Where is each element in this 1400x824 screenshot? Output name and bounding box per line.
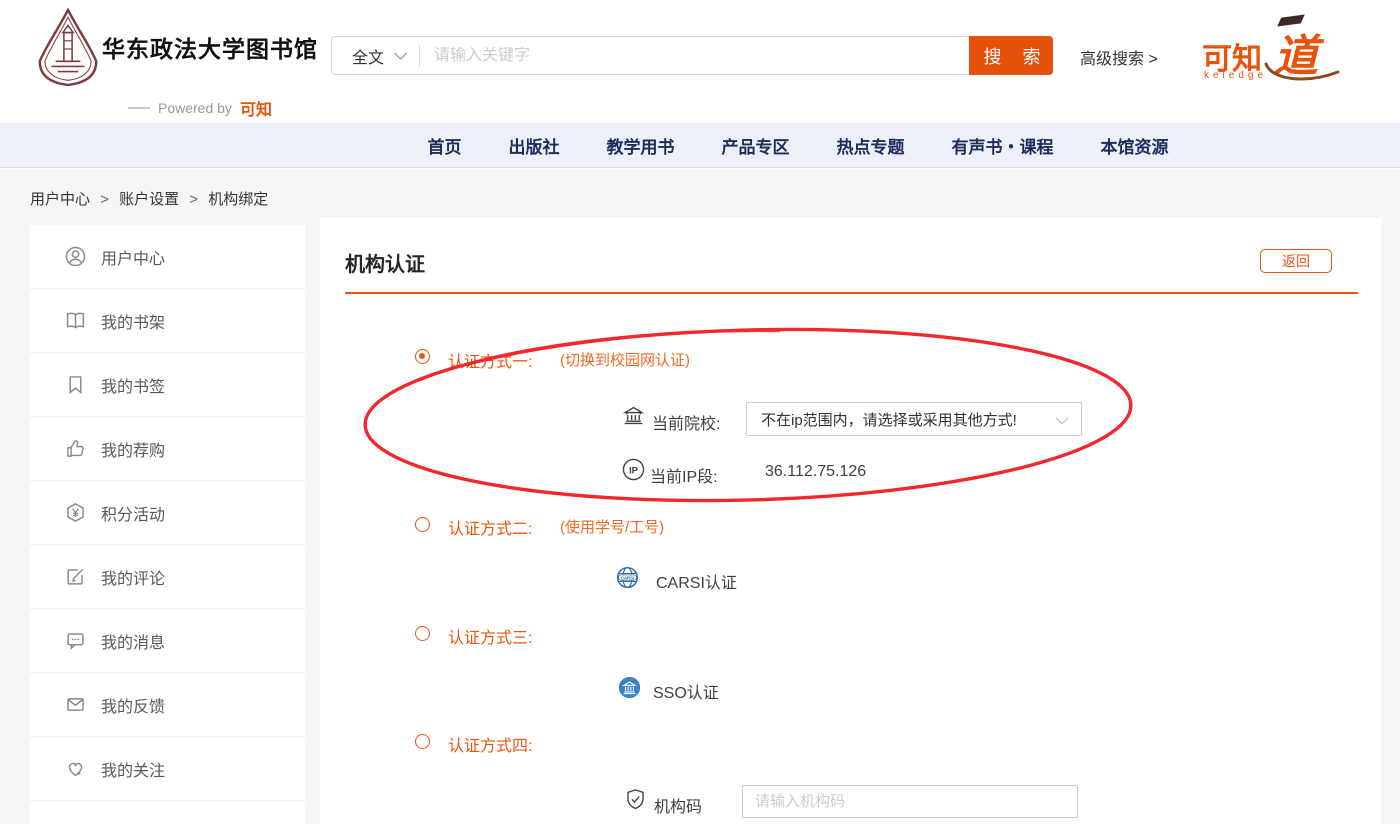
current-ip-value: 36.112.75.126 bbox=[765, 463, 866, 481]
powered-by: Powered by 可知 bbox=[128, 96, 272, 120]
yen-badge-icon bbox=[65, 502, 86, 523]
breadcrumb-separator: > bbox=[189, 191, 198, 208]
search-input[interactable] bbox=[420, 47, 969, 65]
search-scope-value: 全文 bbox=[352, 44, 384, 68]
keledge-logo: 可知 keledge 道 bbox=[1202, 12, 1342, 96]
thumbs-up-icon bbox=[65, 438, 86, 459]
advanced-search-link[interactable]: 高级搜索 > bbox=[1080, 45, 1158, 69]
sso-icon bbox=[618, 676, 641, 699]
university-name: 华东政法大学图书馆 bbox=[102, 30, 318, 64]
org-code-label: 机构码 bbox=[654, 793, 702, 817]
sidebar-item-my-feedback[interactable]: 我的反馈 bbox=[30, 673, 305, 737]
envelope-icon bbox=[65, 694, 86, 715]
heart-plus-icon bbox=[65, 758, 86, 779]
breadcrumb-user-center[interactable]: 用户中心 bbox=[30, 191, 90, 208]
auth-method-2-label[interactable]: 认证方式二: bbox=[448, 515, 532, 539]
current-school-label: 当前院校: bbox=[652, 410, 720, 434]
open-book-icon bbox=[65, 310, 86, 331]
carsi-auth-link[interactable]: CARSI认证 bbox=[656, 569, 737, 593]
sidebar-item-my-comments[interactable]: 我的评论 bbox=[30, 545, 305, 609]
institution-building-icon bbox=[622, 404, 645, 427]
dash-decoration bbox=[128, 107, 150, 109]
nav-item-home[interactable]: 首页 bbox=[428, 133, 462, 158]
keledge-logo-en: keledge bbox=[1204, 70, 1267, 81]
school-select[interactable]: 不在ip范围内，请选择或采用其他方式! bbox=[746, 402, 1082, 436]
chevron-down-icon bbox=[1056, 411, 1069, 424]
svg-text:IP: IP bbox=[629, 464, 638, 475]
auth-method-2-note: (使用学号/工号) bbox=[560, 516, 664, 537]
ip-icon: IP bbox=[622, 458, 645, 481]
sidebar-item-points-activity[interactable]: 积分活动 bbox=[30, 481, 305, 545]
auth-method-4-label[interactable]: 认证方式四: bbox=[448, 732, 532, 756]
shield-check-icon bbox=[624, 788, 647, 811]
page: 华东政法大学图书馆 Powered by 可知 全文 搜 索 高级搜索 > 可知… bbox=[0, 0, 1400, 824]
powered-by-brand: 可知 bbox=[240, 96, 272, 120]
current-ip-label: 当前IP段: bbox=[650, 463, 718, 487]
breadcrumb: 用户中心 > 账户设置 > 机构绑定 bbox=[30, 188, 268, 209]
university-emblem-icon bbox=[36, 8, 100, 88]
user-icon bbox=[65, 246, 86, 267]
radio-auth-method-4[interactable] bbox=[415, 734, 430, 749]
nav-item-publishers[interactable]: 出版社 bbox=[509, 133, 560, 158]
nav-item-product-zone[interactable]: 产品专区 bbox=[722, 133, 790, 158]
breadcrumb-institution-binding[interactable]: 机构绑定 bbox=[208, 191, 268, 208]
back-button[interactable]: 返回 bbox=[1260, 249, 1332, 273]
org-code-input[interactable] bbox=[742, 785, 1078, 818]
auth-method-1-note: (切换到校园网认证) bbox=[560, 349, 690, 370]
sidebar-item-user-center[interactable]: 用户中心 bbox=[30, 225, 305, 289]
nav-item-hot-topics[interactable]: 热点专题 bbox=[837, 133, 905, 158]
chevron-down-icon bbox=[394, 47, 407, 60]
nav-item-library-resources[interactable]: 本馆资源 bbox=[1101, 133, 1169, 158]
search-button[interactable]: 搜 索 bbox=[969, 36, 1053, 75]
radio-auth-method-2[interactable] bbox=[415, 517, 430, 532]
main-nav: 首页 出版社 教学用书 产品专区 热点专题 有声书・课程 本馆资源 bbox=[0, 123, 1400, 168]
title-divider bbox=[345, 292, 1358, 294]
search-bar: 全文 搜 索 bbox=[331, 36, 1053, 75]
sidebar-item-my-recommendations[interactable]: 我的荐购 bbox=[30, 417, 305, 481]
swoosh-icon bbox=[1264, 60, 1342, 86]
radio-auth-method-1[interactable] bbox=[415, 349, 430, 364]
sidebar: 用户中心 我的书架 我的书签 我的荐购 bbox=[30, 225, 305, 824]
sidebar-item-my-follows[interactable]: 我的关注 bbox=[30, 737, 305, 801]
search-scope-select[interactable]: 全文 bbox=[332, 44, 419, 68]
sidebar-item-my-messages[interactable]: 我的消息 bbox=[30, 609, 305, 673]
sidebar-item-my-bookshelf[interactable]: 我的书架 bbox=[30, 289, 305, 353]
breadcrumb-separator: > bbox=[100, 191, 109, 208]
radio-auth-method-3[interactable] bbox=[415, 626, 430, 641]
auth-method-1-label[interactable]: 认证方式一: bbox=[448, 348, 532, 372]
sidebar-item-my-bookmarks[interactable]: 我的书签 bbox=[30, 353, 305, 417]
header: 华东政法大学图书馆 Powered by 可知 全文 搜 索 高级搜索 > 可知… bbox=[0, 0, 1400, 123]
main-panel: 机构认证 返回 认证方式一: (切换到校园网认证) 当前院校: 不在ip范围内，… bbox=[320, 218, 1381, 824]
nav-item-textbooks[interactable]: 教学用书 bbox=[607, 133, 675, 158]
chat-bubble-icon bbox=[65, 630, 86, 651]
page-title: 机构认证 bbox=[345, 248, 425, 277]
school-select-value: 不在ip范围内，请选择或采用其他方式! bbox=[747, 409, 1056, 430]
breadcrumb-account-settings[interactable]: 账户设置 bbox=[119, 191, 179, 208]
bookmark-icon bbox=[65, 374, 86, 395]
auth-method-3-label[interactable]: 认证方式三: bbox=[448, 624, 532, 648]
sso-auth-link[interactable]: SSO认证 bbox=[653, 679, 719, 703]
powered-by-text: Powered by bbox=[158, 100, 232, 116]
edit-icon bbox=[65, 566, 86, 587]
carsi-icon: CARSI bbox=[616, 566, 639, 589]
nav-item-audiobooks-courses[interactable]: 有声书・课程 bbox=[952, 133, 1054, 158]
svg-text:CARSI: CARSI bbox=[621, 575, 635, 580]
